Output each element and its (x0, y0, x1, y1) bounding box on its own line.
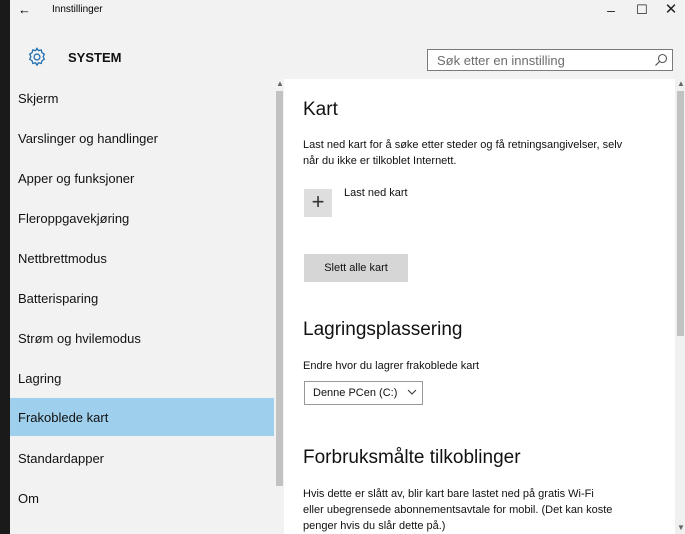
scrollbar-thumb[interactable] (677, 91, 684, 336)
sidebar-item-label: Nettbrettmodus (18, 251, 107, 266)
sidebar-item-label: Apper og funksjoner (18, 171, 135, 186)
section-heading-maps: Kart (303, 99, 338, 120)
sidebar-item-varslinger[interactable]: Varslinger og handlinger (10, 119, 274, 157)
delete-all-maps-button[interactable]: Slett alle kart (304, 254, 408, 282)
sidebar-item-skjerm[interactable]: Skjerm (10, 79, 274, 117)
sidebar-item-fleroppgave[interactable]: Fleroppgavekjøring (10, 199, 274, 237)
maximize-button[interactable]: ☐ (627, 0, 657, 20)
sidebar-item-om[interactable]: Om (10, 479, 274, 517)
content-scrollbar[interactable]: ▲ ▼ (675, 79, 685, 534)
sidebar-item-nettbrett[interactable]: Nettbrettmodus (10, 239, 274, 277)
sidebar-item-label: Standardapper (18, 451, 105, 466)
sidebar-item-label: Strøm og hvilemodus (18, 331, 141, 346)
sidebar-item-strom[interactable]: Strøm og hvilemodus (10, 319, 274, 357)
maps-description-line2: når du ikke er tilkoblet Internett. (303, 155, 457, 167)
title-bar: ← Innstillinger – ☐ ✕ (10, 0, 685, 34)
settings-window: ← Innstillinger – ☐ ✕ SYSTEM Søk etter e… (10, 0, 685, 534)
sidebar-item-label: Lagring (18, 371, 62, 386)
sidebar-item-lagring[interactable]: Lagring (10, 359, 274, 397)
sidebar-item-label: Frakoblede kart (18, 410, 109, 425)
search-placeholder: Søk etter en innstilling (437, 53, 565, 68)
search-input[interactable]: Søk etter en innstilling (427, 49, 673, 71)
sidebar-item-label: Varslinger og handlinger (18, 131, 158, 146)
chevron-down-icon (407, 389, 417, 395)
scroll-up-arrow-icon[interactable]: ▲ (677, 79, 685, 88)
storage-location-dropdown[interactable]: Denne PCen (C:) (304, 381, 423, 405)
window-title: Innstillinger (52, 4, 103, 15)
metered-description-line1: Hvis dette er slått av, blir kart bare l… (303, 488, 594, 500)
gear-icon (28, 47, 46, 67)
download-maps-button[interactable]: + (304, 189, 332, 217)
sidebar-item-frakoblede-kart[interactable]: Frakoblede kart (10, 398, 274, 436)
sidebar-item-label: Om (18, 491, 39, 506)
sidebar: Skjerm Varslinger og handlinger Apper og… (10, 79, 274, 534)
page-title: SYSTEM (68, 50, 122, 65)
scroll-up-arrow-icon[interactable]: ▲ (276, 79, 284, 88)
content-pane: Kart Last ned kart for å søke etter sted… (284, 79, 685, 534)
sidebar-item-batteri[interactable]: Batterisparing (10, 279, 274, 317)
sidebar-scrollbar[interactable]: ▲ (274, 79, 284, 534)
download-maps-label[interactable]: Last ned kart (344, 187, 408, 199)
metered-description-line2: eller ubegrensede abonnementsavtale for … (303, 504, 613, 516)
sidebar-item-label: Fleroppgavekjøring (18, 211, 130, 226)
storage-location-value: Denne PCen (C:) (313, 387, 398, 399)
metered-description-line3: penger hvis du slår dette på.) (303, 520, 446, 532)
minimize-button[interactable]: – (596, 0, 626, 20)
storage-description: Endre hvor du lagrer frakoblede kart (303, 360, 480, 372)
maps-description-line1: Last ned kart for å søke etter steder og… (303, 139, 623, 151)
search-icon[interactable] (654, 53, 668, 67)
sidebar-item-standardapper[interactable]: Standardapper (10, 439, 274, 477)
section-heading-metered: Forbruksmålte tilkoblinger (303, 447, 521, 468)
close-button[interactable]: ✕ (656, 0, 685, 20)
scroll-down-arrow-icon[interactable]: ▼ (677, 523, 685, 532)
sidebar-item-label: Skjerm (18, 91, 59, 106)
scrollbar-thumb[interactable] (276, 91, 283, 486)
sidebar-item-label: Batterisparing (18, 291, 99, 306)
sidebar-item-apper[interactable]: Apper og funksjoner (10, 159, 274, 197)
back-button[interactable]: ← (18, 0, 42, 20)
section-heading-storage: Lagringsplassering (303, 319, 463, 340)
